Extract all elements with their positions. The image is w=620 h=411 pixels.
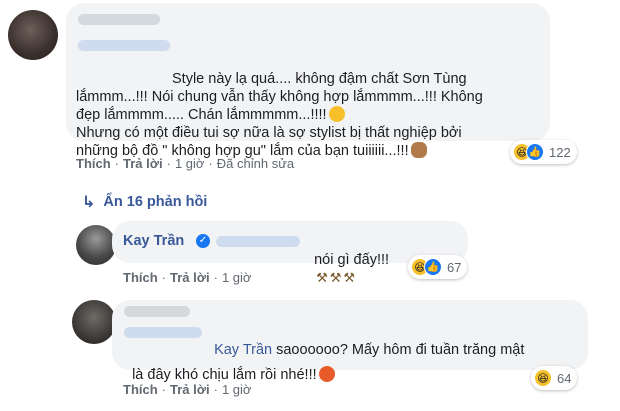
reply-link[interactable]: Trả lời: [123, 156, 163, 171]
reaction-count: 67: [447, 259, 462, 275]
comment-actions: Thích · Trả lời · 1 giờ · Đã chỉnh sửa: [76, 156, 294, 171]
separator: ·: [213, 382, 218, 397]
see-no-evil-monkey-emoji-icon: [410, 142, 427, 158]
separator: ·: [114, 156, 120, 171]
comment-text: Style này lạ quá.... không đậm chất Sơn …: [76, 34, 546, 160]
reactions-summary[interactable]: 😆 👍 122: [510, 140, 577, 164]
like-link[interactable]: Thích: [76, 156, 111, 171]
reply-text-content: nói gì đấy!!!: [314, 252, 390, 268]
avatar[interactable]: [72, 300, 116, 344]
timestamp[interactable]: 1 giờ: [175, 156, 205, 171]
verified-badge-icon: ✓: [196, 234, 210, 248]
avatar[interactable]: [8, 10, 58, 60]
hide-replies-label: Ẩn 16 phản hồi: [103, 194, 208, 210]
separator: ·: [208, 156, 213, 171]
comment-text-line: Nhưng có một điều tui sợ nữa là sợ styli…: [76, 125, 462, 159]
blurred-author-name[interactable]: [124, 306, 190, 317]
reply-text-line: là đây khó chịu lắm rồi nhé!!!: [132, 367, 317, 383]
blurred-author-name[interactable]: [78, 14, 160, 25]
like-link[interactable]: Thích: [123, 382, 158, 397]
hammer-emoji-icon: ⚒: [329, 270, 342, 285]
reply-text: là đây khó chịu lắm rồi nhé!!!: [124, 348, 564, 384]
blurred-tagged-name[interactable]: [216, 236, 300, 247]
reply-arrow-icon: ↳: [82, 194, 96, 211]
timestamp[interactable]: 1 giờ: [222, 270, 252, 285]
reactions-summary[interactable]: 😆 👍 67: [408, 255, 468, 279]
reactions-summary[interactable]: 😆 64: [531, 366, 578, 390]
hammer-emoji-icon: ⚒: [316, 270, 328, 285]
reply-actions: Thích · Trả lời · 1 giờ: [123, 382, 251, 397]
like-reaction-icon: 👍: [526, 143, 544, 161]
reaction-count: 64: [557, 370, 572, 386]
tongue-emoji-icon: [328, 106, 345, 122]
edited-label[interactable]: Đã chỉnh sửa: [217, 156, 294, 171]
angry-emoji-icon: [318, 366, 335, 382]
reply-link[interactable]: Trả lời: [170, 270, 210, 285]
hammer-emoji-icon: ⚒: [343, 270, 356, 285]
reply-actions: Thích · Trả lời · 1 giờ: [123, 270, 251, 285]
timestamp[interactable]: 1 giờ: [222, 382, 252, 397]
comment-text-line: Style này lạ quá.... không đậm chất Sơn …: [172, 71, 467, 87]
reply-link[interactable]: Trả lời: [170, 382, 210, 397]
comment-text-line: lắmmm...!!! Nói chung vẫn thấy không hợp…: [76, 89, 483, 123]
like-reaction-icon: 👍: [424, 258, 442, 276]
reaction-count: 122: [549, 144, 571, 160]
separator: ·: [161, 270, 167, 285]
like-link[interactable]: Thích: [123, 270, 158, 285]
haha-reaction-icon: 😆: [534, 369, 552, 387]
separator: ·: [213, 270, 218, 285]
separator: ·: [166, 156, 171, 171]
reply-author[interactable]: Kay Trần: [123, 233, 184, 249]
hide-replies-link[interactable]: ↳ Ẩn 16 phản hồi: [82, 192, 207, 212]
avatar[interactable]: [76, 225, 116, 265]
separator: ·: [161, 382, 167, 397]
blurred-tagged-name[interactable]: [124, 327, 202, 338]
